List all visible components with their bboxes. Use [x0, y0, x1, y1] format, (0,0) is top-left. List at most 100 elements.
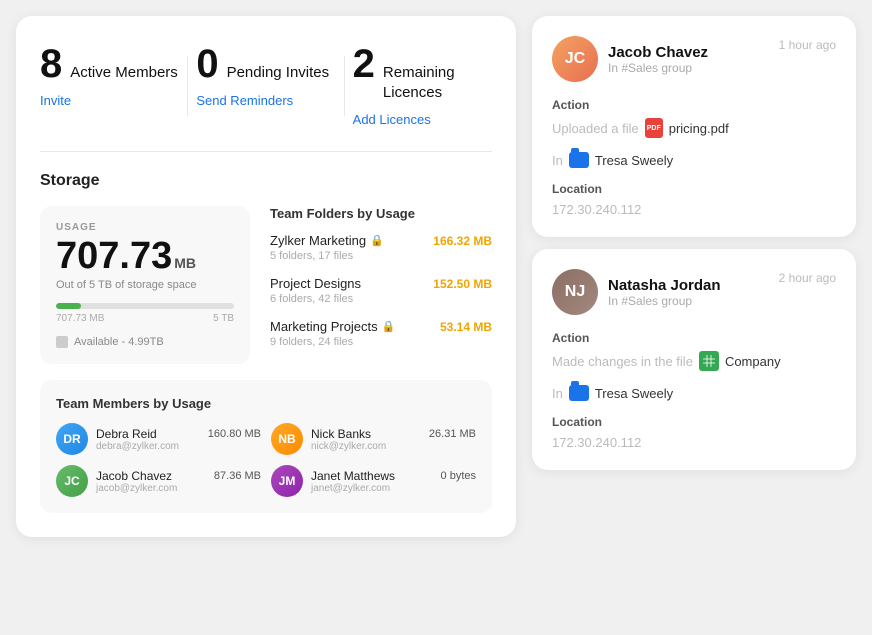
- stat-remaining-licences: 2 Remaining Licences Add Licences: [353, 44, 492, 127]
- member-avatar-2: JC: [56, 465, 88, 497]
- time-ago-1: 2 hour ago: [779, 271, 836, 285]
- user-info-0: Jacob Chavez In #Sales group: [608, 44, 769, 75]
- in-label-0: In: [552, 153, 563, 168]
- action-value-1: Made changes in the file Company: [552, 351, 836, 371]
- member-item-0: DR Debra Reid 160.80 MB debra@zylker.com: [56, 423, 261, 455]
- available-text: Available - 4.99TB: [74, 336, 164, 348]
- member-email-2: jacob@zylker.com: [96, 483, 261, 494]
- folder-name-1: Project Designs: [270, 276, 361, 291]
- in-label-1: In: [552, 386, 563, 401]
- folder-size-1: 152.50 MB: [433, 277, 492, 291]
- active-members-label: Active Members: [70, 63, 178, 83]
- stat-active-members: 8 Active Members Invite: [40, 44, 179, 108]
- send-reminders-link[interactable]: Send Reminders: [196, 93, 335, 108]
- progress-used-label: 707.73 MB: [56, 313, 104, 324]
- user-avatar-0: JC: [552, 36, 598, 82]
- member-email-1: nick@zylker.com: [311, 441, 476, 452]
- usage-unit: MB: [174, 255, 196, 271]
- progress-bar-bg: [56, 303, 234, 309]
- user-info-1: Natasha Jordan In #Sales group: [608, 277, 769, 308]
- spreadsheet-icon-1: [699, 351, 719, 371]
- progress-bar-fill: [56, 303, 81, 309]
- usage-box: USAGE 707.73 MB Out of 5 TB of storage s…: [40, 206, 250, 364]
- storage-icon: [56, 336, 68, 348]
- team-folders: Team Folders by Usage Zylker Marketing 🔒…: [270, 206, 492, 364]
- pending-invites-number: 0: [196, 44, 218, 84]
- storage-section: Storage USAGE 707.73 MB Out of 5 TB of s…: [40, 172, 492, 513]
- member-size-2: 87.36 MB: [214, 470, 261, 482]
- location-label-1: Location: [552, 415, 836, 429]
- action-value-0: Uploaded a file PDF pricing.pdf: [552, 118, 836, 138]
- member-size-3: 0 bytes: [441, 470, 476, 482]
- folder-item-2: Marketing Projects 🔒 53.14 MB 9 folders,…: [270, 319, 492, 348]
- location-label-0: Location: [552, 182, 836, 196]
- add-licences-link[interactable]: Add Licences: [353, 112, 492, 127]
- action-folder-0: Tresa Sweely: [595, 153, 673, 168]
- left-panel: 8 Active Members Invite 0 Pending Invite…: [16, 16, 516, 537]
- folder-item-0: Zylker Marketing 🔒 166.32 MB 5 folders, …: [270, 233, 492, 262]
- member-item-2: JC Jacob Chavez 87.36 MB jacob@zylker.co…: [56, 465, 261, 497]
- member-avatar-3: JM: [271, 465, 303, 497]
- activity-card-0: JC Jacob Chavez In #Sales group 1 hour a…: [532, 16, 856, 237]
- pending-invites-label: Pending Invites: [227, 63, 330, 83]
- right-panel: JC Jacob Chavez In #Sales group 1 hour a…: [532, 16, 856, 470]
- progress-total-label: 5 TB: [213, 313, 234, 324]
- card-header-0: JC Jacob Chavez In #Sales group 1 hour a…: [552, 36, 836, 82]
- folder-item-1: Project Designs 152.50 MB 6 folders, 42 …: [270, 276, 492, 305]
- stat-divider-2: [344, 56, 345, 116]
- member-item-1: NB Nick Banks 26.31 MB nick@zylker.com: [271, 423, 476, 455]
- user-avatar-1: NJ: [552, 269, 598, 315]
- member-info-1: Nick Banks 26.31 MB nick@zylker.com: [311, 427, 476, 452]
- user-group-0: In #Sales group: [608, 61, 769, 75]
- member-size-1: 26.31 MB: [429, 428, 476, 440]
- remaining-licences-number: 2: [353, 44, 375, 84]
- storage-title: Storage: [40, 172, 492, 190]
- member-item-3: JM Janet Matthews 0 bytes janet@zylker.c…: [271, 465, 476, 497]
- member-info-2: Jacob Chavez 87.36 MB jacob@zylker.com: [96, 469, 261, 494]
- available-label: Available - 4.99TB: [56, 336, 234, 348]
- action-prefix-0: Uploaded a file: [552, 121, 639, 136]
- folder-icon-0: [569, 152, 589, 168]
- member-email-0: debra@zylker.com: [96, 441, 261, 452]
- team-folders-title: Team Folders by Usage: [270, 206, 492, 221]
- lock-icon-2: 🔒: [382, 320, 396, 333]
- action-location-row-1: In Tresa Sweely: [552, 385, 836, 401]
- members-title: Team Members by Usage: [56, 396, 476, 411]
- members-section: Team Members by Usage DR Debra Reid 160.…: [40, 380, 492, 513]
- stat-divider-1: [187, 56, 188, 116]
- lock-icon-0: 🔒: [370, 234, 384, 247]
- usage-number: 707.73: [56, 237, 172, 275]
- folder-size-2: 53.14 MB: [440, 320, 492, 334]
- pdf-icon-0: PDF: [645, 118, 663, 138]
- remaining-licences-label: Remaining Licences: [383, 63, 492, 102]
- action-folder-1: Tresa Sweely: [595, 386, 673, 401]
- invite-link[interactable]: Invite: [40, 93, 179, 108]
- action-location-row-0: In Tresa Sweely: [552, 152, 836, 168]
- user-name-1: Natasha Jordan: [608, 277, 769, 294]
- member-email-3: janet@zylker.com: [311, 483, 476, 494]
- members-grid: DR Debra Reid 160.80 MB debra@zylker.com…: [56, 423, 476, 497]
- stats-row: 8 Active Members Invite 0 Pending Invite…: [40, 44, 492, 152]
- user-name-0: Jacob Chavez: [608, 44, 769, 61]
- folder-meta-0: 5 folders, 17 files: [270, 250, 492, 262]
- storage-content: USAGE 707.73 MB Out of 5 TB of storage s…: [40, 206, 492, 364]
- member-size-0: 160.80 MB: [208, 428, 261, 440]
- folder-meta-2: 9 folders, 24 files: [270, 336, 492, 348]
- folder-name-2: Marketing Projects 🔒: [270, 319, 395, 334]
- folder-icon-1: [569, 385, 589, 401]
- progress-labels: 707.73 MB 5 TB: [56, 313, 234, 324]
- folder-name-0: Zylker Marketing 🔒: [270, 233, 384, 248]
- location-value-0: 172.30.240.112: [552, 202, 836, 217]
- active-members-number: 8: [40, 44, 62, 84]
- location-value-1: 172.30.240.112: [552, 435, 836, 450]
- time-ago-0: 1 hour ago: [779, 38, 836, 52]
- member-avatar-0: DR: [56, 423, 88, 455]
- folder-size-0: 166.32 MB: [433, 234, 492, 248]
- member-info-0: Debra Reid 160.80 MB debra@zylker.com: [96, 427, 261, 452]
- user-group-1: In #Sales group: [608, 294, 769, 308]
- activity-card-1: NJ Natasha Jordan In #Sales group 2 hour…: [532, 249, 856, 470]
- action-label-1: Action: [552, 331, 836, 345]
- member-avatar-1: NB: [271, 423, 303, 455]
- card-header-1: NJ Natasha Jordan In #Sales group 2 hour…: [552, 269, 836, 315]
- file-name-0: pricing.pdf: [669, 121, 729, 136]
